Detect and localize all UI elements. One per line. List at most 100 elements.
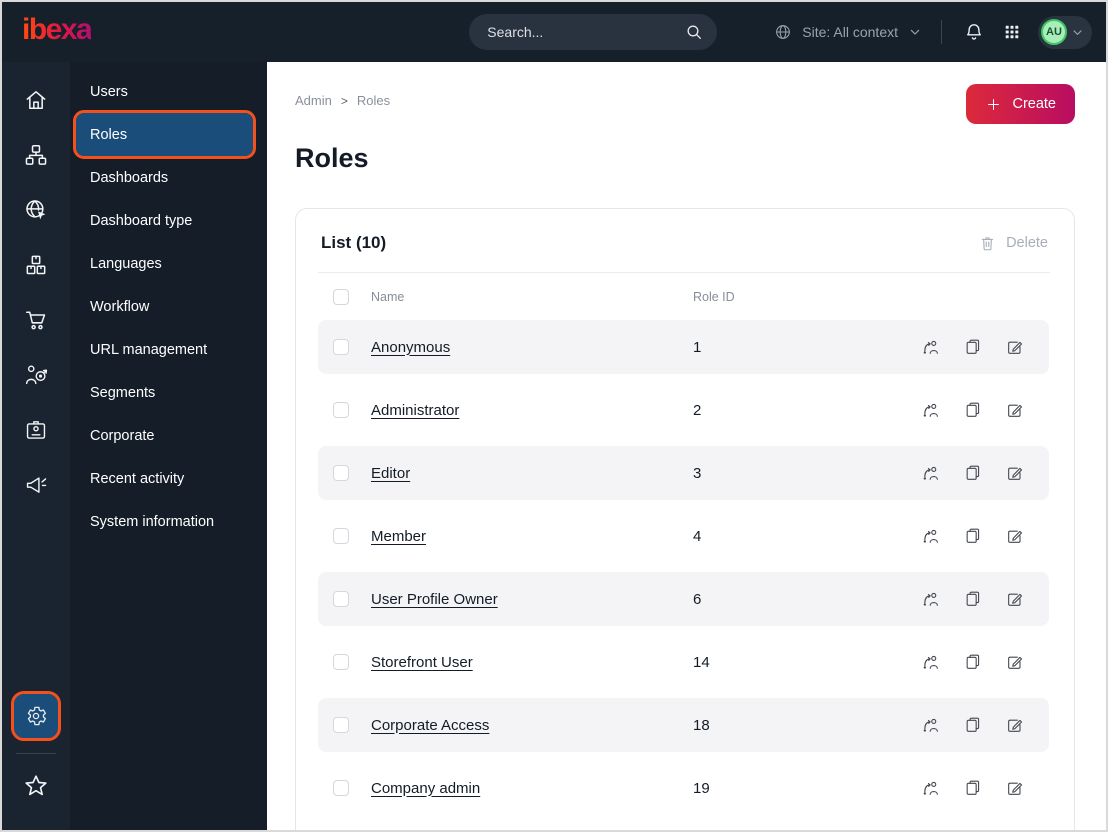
row-checkbox[interactable] (333, 654, 349, 670)
table-row: Anonymous 1 (318, 320, 1049, 374)
sidebar-item-segments[interactable]: Segments (76, 371, 253, 414)
sidebar-item-label: Segments (90, 384, 156, 401)
copy-icon[interactable] (963, 778, 983, 798)
role-id-value: 4 (693, 527, 702, 545)
trash-icon (978, 234, 997, 253)
edit-icon[interactable] (1005, 337, 1025, 357)
home-icon[interactable] (15, 79, 57, 121)
assign-users-icon[interactable] (921, 778, 941, 798)
select-all-checkbox[interactable] (333, 289, 349, 305)
page-title: Roles (295, 143, 369, 173)
sidebar-menu: Users Roles Dashboards Dashboard type La… (70, 62, 267, 830)
sidebar-item-label: URL management (90, 341, 208, 358)
row-checkbox[interactable] (333, 717, 349, 733)
create-button[interactable]: Create (966, 84, 1075, 124)
row-checkbox[interactable] (333, 780, 349, 796)
assign-users-icon[interactable] (921, 589, 941, 609)
role-name-link[interactable]: Editor (371, 465, 671, 482)
table-row: Editor 3 (318, 446, 1049, 500)
breadcrumb-admin[interactable]: Admin (295, 93, 332, 108)
sidebar-item-label: Recent activity (90, 470, 185, 487)
column-header-role-id: Role ID (693, 290, 735, 304)
assign-users-icon[interactable] (921, 400, 941, 420)
assign-users-icon[interactable] (921, 337, 941, 357)
role-name-link[interactable]: Anonymous (371, 339, 671, 356)
copy-icon[interactable] (963, 526, 983, 546)
plus-icon (985, 96, 1002, 113)
sidebar-item-corporate[interactable]: Corporate (76, 414, 253, 457)
assign-users-icon[interactable] (921, 463, 941, 483)
edit-icon[interactable] (1005, 463, 1025, 483)
role-name-link[interactable]: Member (371, 528, 671, 545)
products-boxes-icon[interactable] (15, 244, 57, 286)
row-checkbox[interactable] (333, 465, 349, 481)
apps-grid-icon[interactable] (998, 18, 1026, 46)
row-checkbox[interactable] (333, 402, 349, 418)
edit-icon[interactable] (1005, 778, 1025, 798)
customers-badge-icon[interactable] (15, 409, 57, 451)
chevron-down-icon (907, 24, 923, 40)
list-title: List (10) (321, 233, 387, 252)
delete-button[interactable]: Delete (978, 234, 1048, 253)
search-icon (684, 22, 704, 42)
sidebar-item-label: Dashboards (90, 169, 169, 186)
role-name-link[interactable]: User Profile Owner (371, 591, 671, 608)
breadcrumb-roles: Roles (356, 93, 391, 108)
site-context-selector[interactable]: Site: All context (773, 22, 923, 42)
commerce-cart-icon[interactable] (15, 299, 57, 341)
sidebar-item-languages[interactable]: Languages (76, 242, 253, 285)
breadcrumb-separator: > (340, 93, 348, 108)
sidebar-item-label: Roles (90, 126, 128, 143)
sidebar-item-label: System information (90, 513, 215, 530)
role-name-link[interactable]: Administrator (371, 402, 671, 419)
notifications-bell-icon[interactable] (960, 18, 988, 46)
search-input[interactable] (487, 24, 685, 40)
site-context-label: Site: All context (802, 24, 898, 40)
sidebar-item-dashboards[interactable]: Dashboards (76, 156, 253, 199)
sidebar-item-roles[interactable]: Roles (73, 110, 256, 159)
sidebar-item-workflow[interactable]: Workflow (76, 285, 253, 328)
role-name-link[interactable]: Company admin (371, 780, 671, 797)
edit-icon[interactable] (1005, 715, 1025, 735)
edit-icon[interactable] (1005, 400, 1025, 420)
copy-icon[interactable] (963, 337, 983, 357)
table-row: Administrator 2 (318, 383, 1049, 437)
personalization-target-icon[interactable] (15, 354, 57, 396)
content-tree-icon[interactable] (15, 134, 57, 176)
copy-icon[interactable] (963, 715, 983, 735)
row-checkbox[interactable] (333, 339, 349, 355)
role-id-value: 19 (693, 779, 710, 797)
admin-gear-icon[interactable] (11, 691, 61, 741)
bookmarks-star-icon[interactable] (15, 765, 57, 807)
edit-icon[interactable] (1005, 652, 1025, 672)
copy-icon[interactable] (963, 652, 983, 672)
sidebar-item-dashboard-type[interactable]: Dashboard type (76, 199, 253, 242)
marketing-megaphone-icon[interactable] (15, 464, 57, 506)
site-globe-icon[interactable] (15, 189, 57, 231)
sidebar-item-recent-activity[interactable]: Recent activity (76, 457, 253, 500)
copy-icon[interactable] (963, 589, 983, 609)
assign-users-icon[interactable] (921, 652, 941, 672)
sidebar-item-label: Users (90, 83, 128, 100)
edit-icon[interactable] (1005, 589, 1025, 609)
edit-icon[interactable] (1005, 526, 1025, 546)
sidebar-item-url-management[interactable]: URL management (76, 328, 253, 371)
user-menu[interactable]: AU (1038, 15, 1092, 49)
global-search[interactable] (469, 14, 718, 50)
role-name-link[interactable]: Corporate Access (371, 717, 671, 734)
copy-icon[interactable] (963, 463, 983, 483)
assign-users-icon[interactable] (921, 715, 941, 735)
ibexa-logo: ibexa (22, 15, 93, 49)
row-checkbox[interactable] (333, 591, 349, 607)
row-checkbox[interactable] (333, 528, 349, 544)
globe-icon (773, 22, 793, 42)
assign-users-icon[interactable] (921, 526, 941, 546)
table-row: User Profile Owner 6 (318, 572, 1049, 626)
top-bar: ibexa Site: All context (2, 2, 1106, 62)
copy-icon[interactable] (963, 400, 983, 420)
sidebar-item-users[interactable]: Users (76, 70, 253, 113)
role-name-link[interactable]: Storefront User (371, 654, 671, 671)
table-body: Anonymous 1 Administrator 2 Editor 3 Mem… (296, 318, 1074, 815)
sidebar-item-system-information[interactable]: System information (76, 500, 253, 543)
topbar-divider (941, 20, 942, 44)
